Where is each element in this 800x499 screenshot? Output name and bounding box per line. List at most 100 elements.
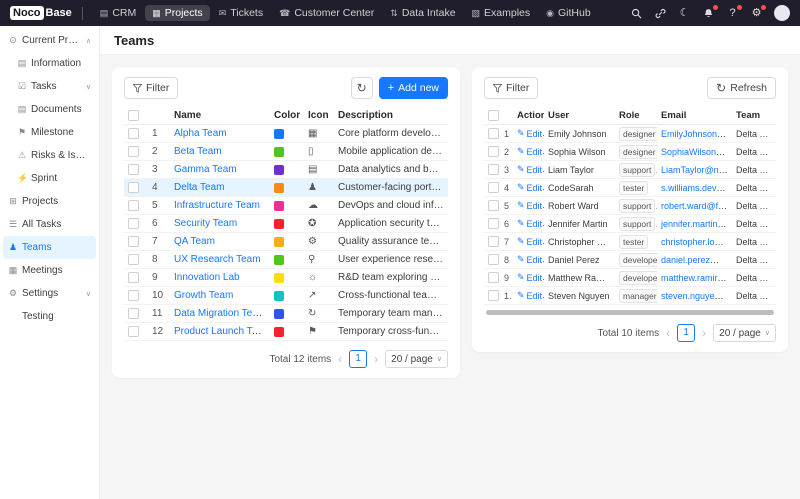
table-row[interactable]: 3 ✎Edit Liam Taylor support LiamTaylor@n…	[484, 161, 776, 179]
row-checkbox[interactable]	[128, 164, 139, 175]
row-checkbox[interactable]	[488, 254, 499, 265]
row-checkbox[interactable]	[128, 200, 139, 211]
row-checkbox[interactable]	[488, 146, 499, 157]
row-checkbox[interactable]	[128, 326, 139, 337]
row-checkbox[interactable]	[488, 128, 499, 139]
team-name-link[interactable]: Gamma Team	[174, 164, 237, 175]
edit-link[interactable]: ✎Edit	[517, 236, 542, 247]
menu-item[interactable]: ◉ GitHub	[539, 5, 598, 21]
team-name-link[interactable]: Infrastructure Team	[174, 200, 260, 211]
sidebar-item[interactable]: ☰ All Tasks	[3, 213, 96, 236]
table-row[interactable]: 12 Product Launch Team ⚑ Temporary cross…	[124, 323, 448, 341]
sidebar-item[interactable]: ♟ Teams	[3, 236, 96, 259]
menu-item[interactable]: ⇅ Data Intake	[383, 5, 462, 21]
table-row[interactable]: 5 ✎Edit Robert Ward support robert.ward@…	[484, 197, 776, 215]
edit-link[interactable]: ✎Edit	[517, 200, 542, 211]
row-checkbox[interactable]	[488, 236, 499, 247]
sidebar-item[interactable]: ▤ Documents	[3, 98, 96, 121]
sidebar-item[interactable]: ⚠ Risks & Issues	[3, 144, 96, 167]
sidebar-item[interactable]: ⊙ Current Project ∧	[3, 29, 96, 52]
sidebar-item[interactable]: ⚡ Sprint	[3, 167, 96, 190]
sidebar-item[interactable]: ☑ Tasks ∨	[3, 75, 96, 98]
row-checkbox[interactable]	[128, 254, 139, 265]
row-checkbox[interactable]	[128, 128, 139, 139]
table-row[interactable]: 9 Innovation Lab ☼ R&D team exploring em…	[124, 269, 448, 287]
row-checkbox[interactable]	[128, 308, 139, 319]
row-checkbox[interactable]	[488, 164, 499, 175]
menu-item[interactable]: ▧ Examples	[465, 5, 538, 21]
row-checkbox[interactable]	[488, 272, 499, 283]
moon-icon[interactable]: ☾	[678, 7, 691, 20]
team-name-link[interactable]: Alpha Team	[174, 128, 227, 139]
prev-page-button[interactable]: ‹	[338, 353, 342, 365]
edit-link[interactable]: ✎Edit	[517, 254, 542, 265]
table-row[interactable]: 11 Data Migration Team ↻ Temporary team …	[124, 305, 448, 323]
table-row[interactable]: 3 Gamma Team ▤ Data analytics and busine…	[124, 161, 448, 179]
gear-icon[interactable]: ⚙	[750, 7, 763, 20]
team-name-link[interactable]: Growth Team	[174, 290, 233, 301]
email-link[interactable]: matthew.ramirez@company.com	[661, 273, 732, 283]
email-link[interactable]: daniel.perez@company.com	[661, 255, 732, 265]
team-name-link[interactable]: Delta Team	[174, 182, 224, 193]
row-checkbox[interactable]	[488, 218, 499, 229]
sidebar-item[interactable]: ⚑ Milestone	[3, 121, 96, 144]
sidebar-item[interactable]: ⚙ Settings ∨	[3, 282, 96, 305]
next-page-button[interactable]: ›	[374, 353, 378, 365]
email-link[interactable]: robert.ward@finovest.com	[661, 201, 732, 211]
select-all-checkbox[interactable]	[128, 110, 139, 121]
email-link[interactable]: s.williams.dev@protonmail.com	[661, 183, 732, 193]
table-row[interactable]: 1 Alpha Team ▦ Core platform development…	[124, 125, 448, 143]
page-button[interactable]: 1	[349, 350, 367, 368]
menu-item[interactable]: ▤ CRM	[93, 5, 143, 21]
bell-icon[interactable]	[702, 7, 715, 20]
row-checkbox[interactable]	[488, 200, 499, 211]
row-checkbox[interactable]	[128, 182, 139, 193]
refresh-button[interactable]: ↻	[351, 77, 373, 99]
page-size-select[interactable]: 20 / page ∨	[713, 324, 776, 342]
menu-item[interactable]: ▦ Projects	[145, 5, 209, 21]
filter-button[interactable]: Filter	[124, 77, 178, 99]
table-row[interactable]: 10 ✎Edit Steven Nguyen manager steven.ng…	[484, 287, 776, 305]
menu-item[interactable]: ☎ Customer Center	[272, 5, 381, 21]
select-all-checkbox[interactable]	[488, 110, 499, 121]
link-icon[interactable]	[654, 7, 667, 20]
prev-page-button[interactable]: ‹	[666, 327, 670, 339]
horizontal-scrollbar[interactable]	[486, 310, 774, 315]
table-row[interactable]: 8 UX Research Team ⚲ User experience res…	[124, 251, 448, 269]
team-name-link[interactable]: UX Research Team	[174, 254, 261, 265]
table-row[interactable]: 8 ✎Edit Daniel Perez developer daniel.pe…	[484, 251, 776, 269]
sidebar-item[interactable]: ▦ Meetings	[3, 259, 96, 282]
menu-item[interactable]: ✉ Tickets	[212, 5, 270, 21]
team-name-link[interactable]: Product Launch Team	[174, 326, 270, 337]
edit-link[interactable]: ✎Edit	[517, 164, 542, 175]
team-name-link[interactable]: Security Team	[174, 218, 237, 229]
row-checkbox[interactable]	[488, 182, 499, 193]
table-row[interactable]: 9 ✎Edit Matthew Ramirez developer matthe…	[484, 269, 776, 287]
table-row[interactable]: 7 QA Team ⚙ Quality assurance team ensur…	[124, 233, 448, 251]
row-checkbox[interactable]	[128, 290, 139, 301]
nocobase-logo[interactable]: Noco Base	[10, 6, 72, 20]
row-checkbox[interactable]	[128, 236, 139, 247]
table-row[interactable]: 5 Infrastructure Team ☁ DevOps and cloud…	[124, 197, 448, 215]
page-button[interactable]: 1	[677, 324, 695, 342]
sidebar-item[interactable]: ⊞ Projects	[3, 190, 96, 213]
avatar[interactable]	[774, 5, 790, 21]
row-checkbox[interactable]	[128, 146, 139, 157]
table-row[interactable]: 4 ✎Edit CodeSarah tester s.williams.dev@…	[484, 179, 776, 197]
edit-link[interactable]: ✎Edit	[517, 128, 542, 139]
table-row[interactable]: 2 ✎Edit Sophia Wilson designer SophiaWil…	[484, 143, 776, 161]
team-name-link[interactable]: QA Team	[174, 236, 215, 247]
row-checkbox[interactable]	[488, 290, 499, 301]
team-name-link[interactable]: Innovation Lab	[174, 272, 240, 283]
edit-link[interactable]: ✎Edit	[517, 182, 542, 193]
email-link[interactable]: LiamTaylor@nocobase.com	[661, 165, 732, 175]
page-size-select[interactable]: 20 / page ∨	[385, 350, 448, 368]
email-link[interactable]: SophiaWilson@nocobase.com	[661, 147, 732, 157]
filter-button[interactable]: Filter	[484, 77, 538, 99]
team-name-link[interactable]: Data Migration Team	[174, 308, 266, 319]
table-row[interactable]: 1 ✎Edit Emily Johnson designer EmilyJohn…	[484, 125, 776, 143]
next-page-button[interactable]: ›	[702, 327, 706, 339]
sidebar-item[interactable]: Testing	[3, 305, 96, 328]
email-link[interactable]: jennifer.martin@company.com	[661, 219, 732, 229]
email-link[interactable]: EmilyJohnson@nocobase.com	[661, 129, 732, 139]
